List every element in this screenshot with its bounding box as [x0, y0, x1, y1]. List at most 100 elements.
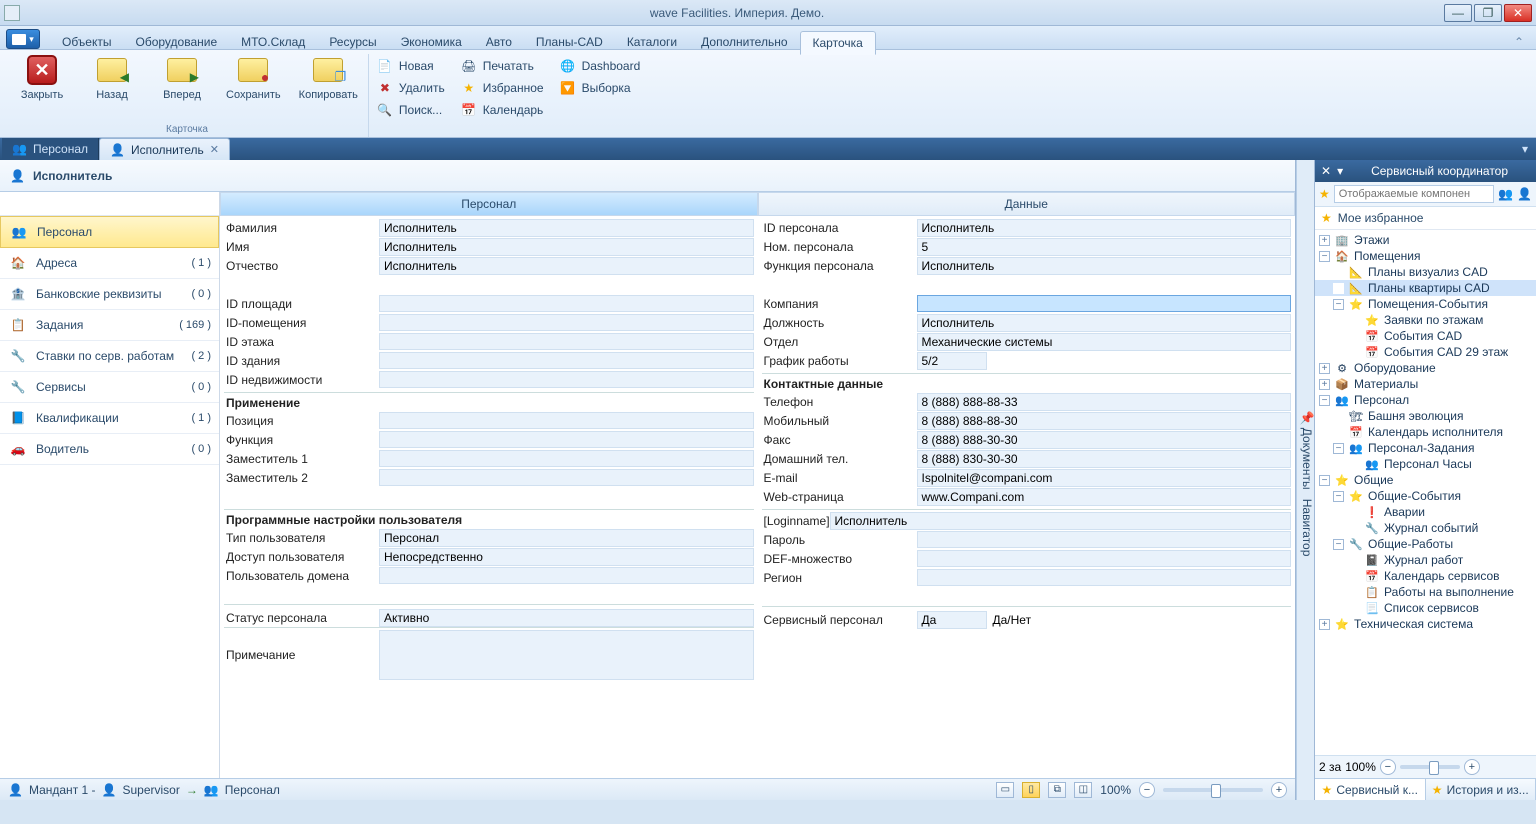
- department-field[interactable]: Механические системы: [917, 333, 1292, 351]
- panel-zoom-out-button[interactable]: −: [1380, 759, 1396, 775]
- nav-item-4[interactable]: 🔧Ставки по серв. работам( 2 ): [0, 341, 219, 372]
- selection-button[interactable]: 🔽Выборка: [560, 78, 641, 98]
- nav-item-3[interactable]: 📋Задания( 169 ): [0, 310, 219, 341]
- tree-node-8[interactable]: +⚙Оборудование: [1315, 360, 1536, 376]
- tree-node-19[interactable]: −🔧Общие-Работы: [1315, 536, 1536, 552]
- web-field[interactable]: www.Compani.com: [917, 488, 1292, 506]
- back-button[interactable]: Назад: [86, 54, 138, 101]
- tree-node-23[interactable]: 📃Список сервисов: [1315, 600, 1536, 616]
- view-mode-4-button[interactable]: ◫: [1074, 782, 1092, 798]
- new-button[interactable]: 📄Новая: [377, 56, 445, 76]
- familiya-field[interactable]: Исполнитель: [379, 219, 754, 237]
- panel-dropdown-icon[interactable]: ▾: [1337, 164, 1343, 178]
- tree-node-5[interactable]: ⭐Заявки по этажам: [1315, 312, 1536, 328]
- forward-button[interactable]: Вперед: [156, 54, 208, 101]
- tree-node-1[interactable]: −🏠Помещения: [1315, 248, 1536, 264]
- doc-tab-executor[interactable]: 👤Исполнитель✕: [99, 138, 230, 160]
- tree-node-18[interactable]: 🔧Журнал событий: [1315, 520, 1536, 536]
- user-access-field[interactable]: Непосредственно: [379, 548, 754, 566]
- zoom-out-button[interactable]: −: [1139, 782, 1155, 798]
- nav-item-1[interactable]: 🏠Адреса( 1 ): [0, 248, 219, 279]
- region-field[interactable]: [917, 569, 1292, 586]
- col-header-personal[interactable]: Персонал: [220, 192, 758, 216]
- panel-close-icon[interactable]: ✕: [1321, 164, 1331, 178]
- id-building-field[interactable]: [379, 352, 754, 369]
- doc-tab-personal[interactable]: 👥Персонал: [2, 138, 99, 160]
- id-floor-field[interactable]: [379, 333, 754, 350]
- save-button[interactable]: Сохранить: [226, 54, 281, 101]
- tree-node-15[interactable]: −⭐Общие: [1315, 472, 1536, 488]
- login-field[interactable]: Исполнитель: [830, 512, 1291, 530]
- panel-zoom-slider[interactable]: [1400, 765, 1460, 769]
- phone-field[interactable]: 8 (888) 888-88-33: [917, 393, 1292, 411]
- personal-id-field[interactable]: Исполнитель: [917, 219, 1292, 237]
- home-phone-field[interactable]: 8 (888) 830-30-30: [917, 450, 1292, 468]
- tree-node-13[interactable]: −👥Персонал-Задания: [1315, 440, 1536, 456]
- star-icon[interactable]: ★: [1319, 187, 1330, 201]
- id-property-field[interactable]: [379, 371, 754, 388]
- nav-item-0[interactable]: 👥Персонал: [0, 216, 219, 248]
- menu-tab-7[interactable]: Каталоги: [615, 31, 689, 53]
- right-strip[interactable]: 📌 Документы Навигатор: [1296, 160, 1314, 800]
- tree-node-21[interactable]: 📅Календарь сервисов: [1315, 568, 1536, 584]
- close-card-button[interactable]: ✕Закрыть: [16, 54, 68, 101]
- tree-node-0[interactable]: +🏢Этажи: [1315, 232, 1536, 248]
- ribbon-collapse-icon[interactable]: ⌃: [1508, 35, 1530, 49]
- delete-button[interactable]: ✖Удалить: [377, 78, 445, 98]
- doc-tabs-dropdown-icon[interactable]: ▾: [1516, 142, 1534, 156]
- mobile-field[interactable]: 8 (888) 888-88-30: [917, 412, 1292, 430]
- app-menu-button[interactable]: [6, 29, 40, 49]
- tree-node-9[interactable]: +📦Материалы: [1315, 376, 1536, 392]
- tree-node-7[interactable]: 📅События CAD 29 этаж: [1315, 344, 1536, 360]
- component-search-input[interactable]: [1334, 185, 1494, 203]
- view-mode-1-button[interactable]: ▭: [996, 782, 1014, 798]
- domain-user-field[interactable]: [379, 567, 754, 584]
- my-favorites[interactable]: ★Мое избранное: [1315, 207, 1536, 230]
- menu-tab-8[interactable]: Дополнительно: [689, 31, 799, 53]
- menu-tab-3[interactable]: Ресурсы: [317, 31, 388, 53]
- nav-item-7[interactable]: 🚗Водитель( 0 ): [0, 434, 219, 465]
- window-close-button[interactable]: ✕: [1504, 4, 1532, 22]
- job-title-field[interactable]: Исполнитель: [917, 314, 1292, 332]
- id-room-field[interactable]: [379, 314, 754, 331]
- tree-node-16[interactable]: −⭐Общие-События: [1315, 488, 1536, 504]
- tree-node-12[interactable]: 📅Календарь исполнителя: [1315, 424, 1536, 440]
- panel-tab-history[interactable]: ★История и из...: [1426, 779, 1536, 800]
- view-mode-3-button[interactable]: ⧉: [1048, 782, 1066, 798]
- zoom-slider[interactable]: [1163, 788, 1263, 792]
- view-mode-2-button[interactable]: ▯: [1022, 782, 1040, 798]
- nav-item-5[interactable]: 🔧Сервисы( 0 ): [0, 372, 219, 403]
- imya-field[interactable]: Исполнитель: [379, 238, 754, 256]
- schedule-field[interactable]: 5/2: [917, 352, 987, 370]
- user-type-field[interactable]: Персонал: [379, 529, 754, 547]
- fax-field[interactable]: 8 (888) 888-30-30: [917, 431, 1292, 449]
- nav-item-2[interactable]: 🏦Банковские реквизиты( 0 ): [0, 279, 219, 310]
- note-field[interactable]: [379, 630, 754, 680]
- tree-node-4[interactable]: −⭐Помещения-События: [1315, 296, 1536, 312]
- position-field[interactable]: [379, 412, 754, 429]
- dashboard-button[interactable]: 🌐Dashboard: [560, 56, 641, 76]
- otchestvo-field[interactable]: Исполнитель: [379, 257, 754, 275]
- close-tab-icon[interactable]: ✕: [210, 143, 219, 156]
- pin-icon[interactable]: 📌: [1300, 410, 1314, 425]
- nav-item-6[interactable]: 📘Квалификации( 1 ): [0, 403, 219, 434]
- menu-tab-5[interactable]: Авто: [474, 31, 524, 53]
- panel-zoom-in-button[interactable]: +: [1464, 759, 1480, 775]
- company-field[interactable]: [917, 295, 1292, 312]
- function-field[interactable]: [379, 431, 754, 448]
- tree-node-3[interactable]: 📐Планы квартиры CAD: [1315, 280, 1536, 296]
- menu-tab-1[interactable]: Оборудование: [124, 31, 230, 53]
- deputy2-field[interactable]: [379, 469, 754, 486]
- deputy1-field[interactable]: [379, 450, 754, 467]
- menu-tab-6[interactable]: Планы-CAD: [524, 31, 615, 53]
- zoom-in-button[interactable]: +: [1271, 782, 1287, 798]
- menu-tab-4[interactable]: Экономика: [389, 31, 474, 53]
- copy-button[interactable]: Копировать: [299, 54, 358, 101]
- favorite-button[interactable]: ★Избранное: [461, 78, 544, 98]
- def-set-field[interactable]: [917, 550, 1292, 567]
- status-field[interactable]: Активно: [379, 609, 754, 627]
- maximize-button[interactable]: ❐: [1474, 4, 1502, 22]
- tree-node-11[interactable]: 🏗Башня эволюция: [1315, 408, 1536, 424]
- calendar-button[interactable]: 📅Календарь: [461, 100, 544, 120]
- tree-node-22[interactable]: 📋Работы на выполнение: [1315, 584, 1536, 600]
